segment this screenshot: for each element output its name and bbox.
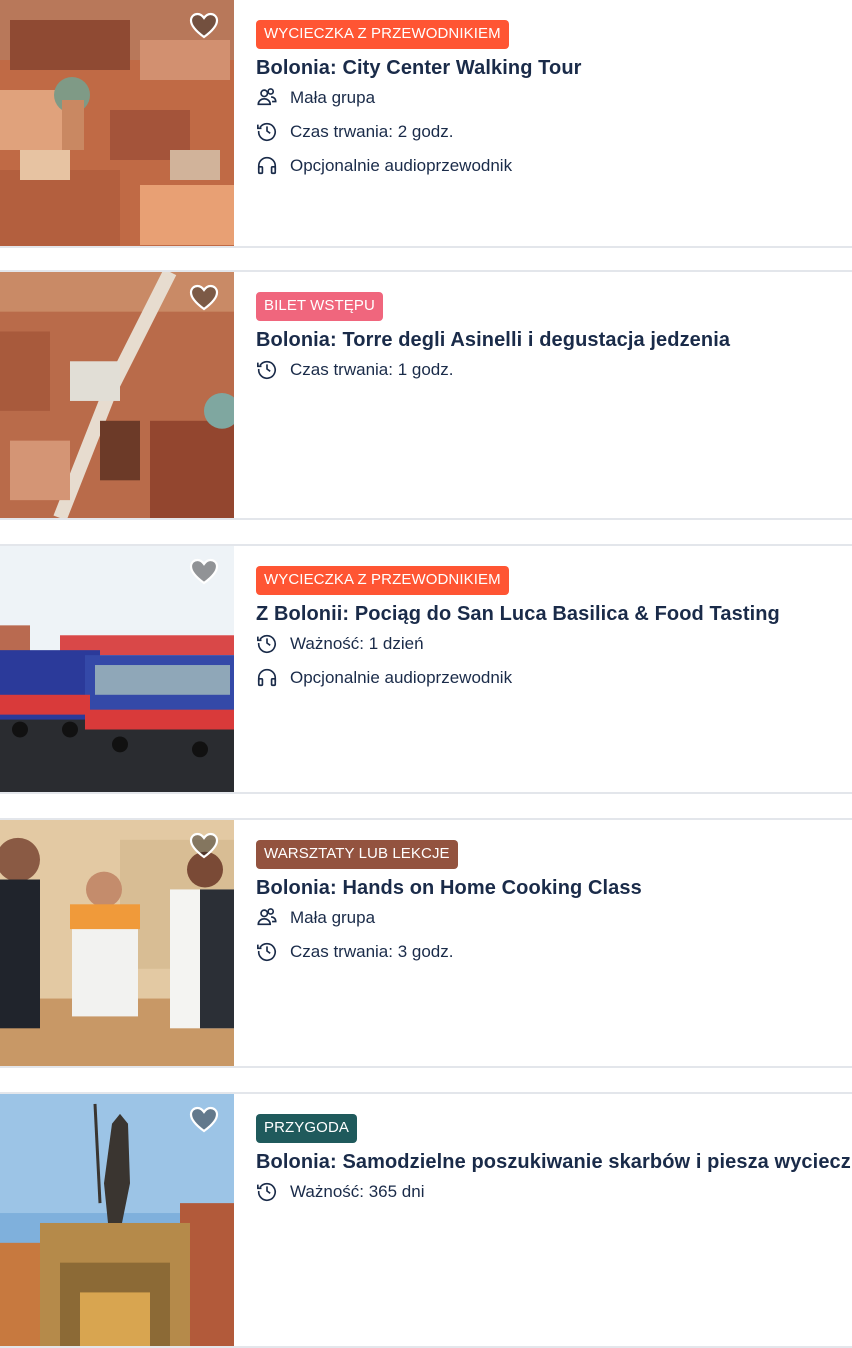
category-badge: WYCIECZKA Z PRZEWODNIKIEM [256, 566, 509, 595]
feature-row: Ważność: 1 dzień [256, 627, 852, 661]
category-badge: BILET WSTĘPU [256, 292, 383, 321]
group-icon [256, 86, 280, 110]
activity-card[interactable]: BILET WSTĘPU Bolonia: Torre degli Asinel… [0, 270, 852, 520]
wishlist-heart-icon[interactable] [188, 1104, 220, 1136]
wishlist-heart-icon[interactable] [188, 10, 220, 42]
wishlist-heart-icon[interactable] [188, 282, 220, 314]
clock-icon [256, 1180, 280, 1204]
feature-row: Ważność: 365 dni [256, 1175, 852, 1209]
activity-title[interactable]: Bolonia: City Center Walking Tour [256, 55, 852, 81]
feature-text: Czas trwania: 2 godz. [290, 122, 454, 141]
feature-text: Mała grupa [290, 88, 376, 107]
activity-title[interactable]: Z Bolonii: Pociąg do San Luca Basilica &… [256, 601, 852, 627]
feature-row: Czas trwania: 3 godz. [256, 935, 852, 969]
group-icon [256, 906, 280, 930]
headphones-icon [256, 154, 280, 178]
activity-title[interactable]: Bolonia: Torre degli Asinelli i degustac… [256, 327, 852, 353]
wishlist-heart-icon[interactable] [188, 830, 220, 862]
feature-text: Czas trwania: 3 godz. [290, 942, 454, 961]
activity-title[interactable]: Bolonia: Hands on Home Cooking Class [256, 875, 852, 901]
clock-icon [256, 358, 280, 382]
category-badge: WARSZTATY LUB LEKCJE [256, 840, 458, 869]
feature-row: Opcjonalnie audioprzewodnik [256, 661, 852, 695]
wishlist-heart-icon[interactable] [188, 556, 220, 588]
feature-text: Czas trwania: 1 godz. [290, 360, 454, 379]
clock-icon [256, 120, 280, 144]
headphones-icon [256, 666, 280, 690]
feature-row: Czas trwania: 2 godz. [256, 115, 852, 149]
feature-text: Opcjonalnie audioprzewodnik [290, 156, 513, 175]
clock-icon [256, 632, 280, 656]
feature-row: Mała grupa [256, 81, 852, 115]
feature-text: Ważność: 1 dzień [290, 634, 424, 653]
feature-row: Czas trwania: 1 godz. [256, 353, 852, 387]
feature-text: Mała grupa [290, 908, 376, 927]
feature-text: Opcjonalnie audioprzewodnik [290, 668, 513, 687]
activity-card[interactable]: WYCIECZKA Z PRZEWODNIKIEM Z Bolonii: Poc… [0, 544, 852, 794]
activity-title[interactable]: Bolonia: Samodzielne poszukiwanie skarbó… [256, 1149, 852, 1175]
feature-text: Ważność: 365 dni [290, 1182, 425, 1201]
activity-card[interactable]: WARSZTATY LUB LEKCJE Bolonia: Hands on H… [0, 818, 852, 1068]
feature-row: Mała grupa [256, 901, 852, 935]
feature-row: Opcjonalnie audioprzewodnik [256, 149, 852, 183]
activity-card[interactable]: PRZYGODA Bolonia: Samodzielne poszukiwan… [0, 1092, 852, 1348]
activity-card[interactable]: WYCIECZKA Z PRZEWODNIKIEM Bolonia: City … [0, 0, 852, 248]
category-badge: WYCIECZKA Z PRZEWODNIKIEM [256, 20, 509, 49]
clock-icon [256, 940, 280, 964]
category-badge: PRZYGODA [256, 1114, 357, 1143]
